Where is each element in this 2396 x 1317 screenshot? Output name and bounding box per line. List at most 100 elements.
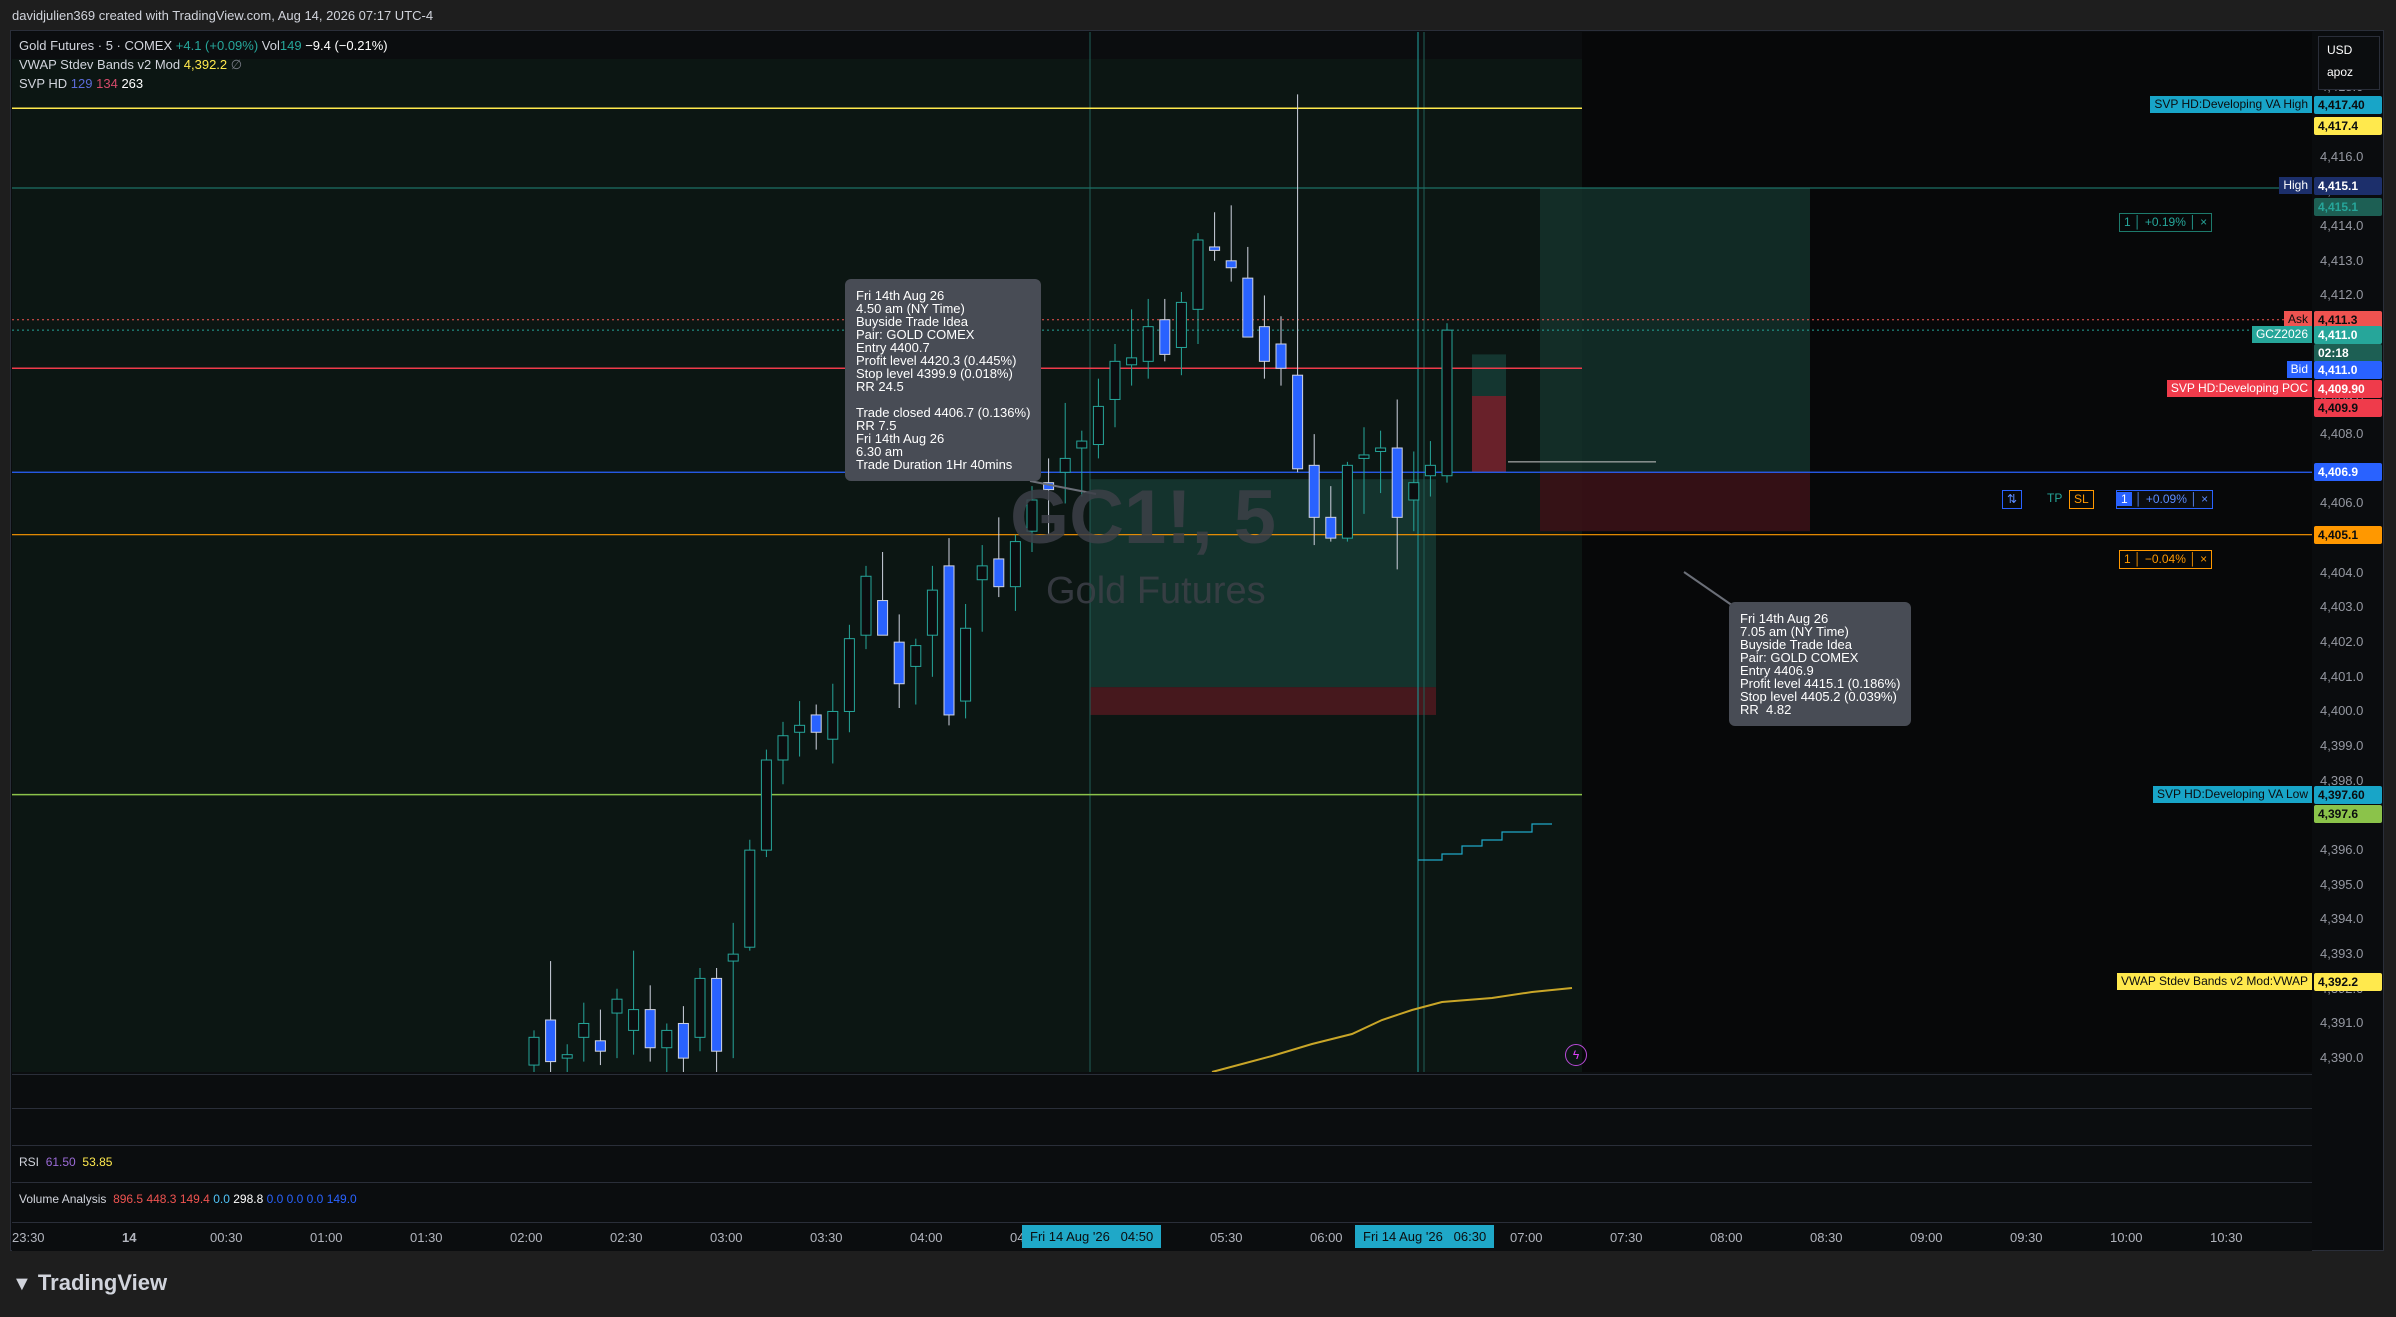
price-tick: 4,408.0 bbox=[2320, 426, 2364, 442]
position-close-icon[interactable]: × bbox=[2201, 492, 2208, 506]
time-tick: 14 bbox=[122, 1230, 137, 1245]
bar-countdown: 02:18 bbox=[2314, 343, 2382, 362]
high-price: 4,415.1 bbox=[2314, 177, 2382, 196]
candle-body bbox=[1375, 447, 1387, 452]
svp-legend-v3: 263 bbox=[121, 76, 144, 91]
pane-divider bbox=[12, 1182, 2312, 1183]
candle-body bbox=[893, 641, 905, 685]
symbol-tag: GCZ2026 bbox=[2251, 326, 2312, 344]
price-tick: 4,399.0 bbox=[2320, 738, 2364, 754]
trade2-stop-zone bbox=[1540, 472, 1810, 532]
va-low-price: 4,397.60 bbox=[2314, 785, 2382, 804]
time-tick: 06:00 bbox=[1310, 1230, 1343, 1245]
va-value-5: 298.8 bbox=[233, 1192, 264, 1206]
position-flip-button[interactable]: ⇅ bbox=[2002, 490, 2023, 509]
ask-tag: Ask bbox=[2283, 310, 2312, 328]
va-value-6: 0.0 bbox=[266, 1192, 284, 1206]
price-axis[interactable]: 4,418.04,417.04,416.04,415.04,414.04,413… bbox=[2312, 32, 2382, 1072]
candle-body bbox=[561, 1054, 573, 1059]
candle-body bbox=[760, 759, 772, 851]
candle-body bbox=[744, 849, 756, 948]
time-tick: 02:30 bbox=[610, 1230, 643, 1245]
candle-body bbox=[1424, 464, 1436, 477]
price-tick: 4,391.0 bbox=[2320, 1015, 2364, 1031]
va-high-level-price: 4,417.4 bbox=[2314, 116, 2382, 135]
va-value-1: 896.5 bbox=[113, 1192, 144, 1206]
va-low-level-price: 4,397.6 bbox=[2314, 804, 2382, 823]
candle-body bbox=[727, 953, 739, 962]
tradingview-logo[interactable]: ▼ TradingView bbox=[12, 1270, 167, 1296]
sl-order-tag[interactable]: 1 │ −0.04% │ × bbox=[2119, 550, 2213, 569]
candle-body bbox=[628, 1009, 640, 1031]
svp-legend-v2: 134 bbox=[96, 76, 118, 91]
rsi-ma-value: 53.85 bbox=[82, 1155, 113, 1169]
position-pct: +0.09% bbox=[2145, 492, 2187, 506]
sl-close-icon[interactable]: × bbox=[2200, 552, 2207, 566]
svp-legend[interactable]: SVP HD 129 134 263 bbox=[19, 76, 143, 91]
poc-price: 4,409.90 bbox=[2314, 380, 2382, 399]
time-tick: 07:00 bbox=[1510, 1230, 1543, 1245]
poc-level-price: 4,409.9 bbox=[2314, 399, 2382, 418]
indicator-panes: RSI 61.50 53.85 Volume Analysis 896.5 44… bbox=[12, 1072, 2312, 1224]
vwap-legend-name: VWAP Stdev Bands v2 Mod bbox=[19, 57, 181, 72]
crosshair-time-label: Fri 14 Aug '26 06:30 bbox=[1355, 1225, 1495, 1248]
candle-body bbox=[1159, 319, 1171, 355]
candle-body bbox=[1258, 326, 1270, 362]
poc-tag: SVP HD:Developing POC bbox=[2166, 380, 2312, 398]
candle-body bbox=[1441, 329, 1453, 477]
va-value-9: 149.0 bbox=[326, 1192, 357, 1206]
vwap-legend[interactable]: VWAP Stdev Bands v2 Mod 4,392.2 ∅ bbox=[19, 57, 242, 73]
footer: ▼ TradingView bbox=[0, 1252, 2396, 1317]
trade1-stop-zone bbox=[1090, 687, 1436, 715]
trade-idea-note-1[interactable]: Fri 14th Aug 26 4.50 am (NY Time) Buysid… bbox=[845, 279, 1042, 481]
candle-body bbox=[1308, 464, 1320, 518]
candle-body bbox=[644, 1009, 656, 1049]
rsi-legend[interactable]: RSI 61.50 53.85 bbox=[19, 1155, 112, 1169]
symbol-legend[interactable]: Gold Futures · 5 · COMEX +4.1 (+0.09%) V… bbox=[19, 38, 388, 53]
svp-legend-name: SVP HD bbox=[19, 76, 68, 91]
candle-body bbox=[1059, 457, 1071, 473]
va-value-7: 0.0 bbox=[286, 1192, 304, 1206]
candle-body bbox=[661, 1029, 673, 1049]
time-tick: 00:30 bbox=[210, 1230, 243, 1245]
candle-body bbox=[1341, 464, 1353, 539]
price-tick: 4,413.0 bbox=[2320, 252, 2364, 268]
trade2-profit-zone bbox=[1540, 188, 1810, 473]
candle-body bbox=[1275, 343, 1287, 369]
take-profit-button[interactable]: TP bbox=[2043, 490, 2066, 507]
currency-selector[interactable]: USD apoz bbox=[2318, 36, 2380, 90]
main-chart-pane[interactable]: GC1!, 5 Gold Futures Gold Futures · 5 · … bbox=[12, 32, 2312, 1072]
stop-loss-button[interactable]: SL bbox=[2069, 490, 2094, 509]
tp-close-icon[interactable]: × bbox=[2200, 215, 2207, 229]
crosshair-time-label: Fri 14 Aug '26 04:50 bbox=[1022, 1225, 1162, 1248]
alert-lightning-icon[interactable]: ϟ bbox=[1565, 1044, 1587, 1066]
bid-tag: Bid bbox=[2286, 361, 2312, 378]
time-tick: 09:00 bbox=[1910, 1230, 1943, 1245]
high-price-2: 4,415.1 bbox=[2314, 198, 2382, 217]
top-bar: davidjulien369 created with TradingView.… bbox=[0, 0, 2396, 30]
candle-body bbox=[1076, 440, 1088, 449]
candle-body bbox=[877, 600, 889, 636]
position-tag[interactable]: 1 │ +0.09% │ × bbox=[2116, 490, 2214, 509]
va-high-tag: SVP HD:Developing VA High bbox=[2150, 95, 2312, 113]
va-low-tag: SVP HD:Developing VA Low bbox=[2153, 785, 2312, 803]
watermark-name: Gold Futures bbox=[1046, 570, 1266, 612]
candle-body bbox=[1358, 454, 1370, 459]
user-label: apoz bbox=[2327, 65, 2354, 79]
position-qty: 1 bbox=[2117, 492, 2132, 506]
price-tick: 4,414.0 bbox=[2320, 218, 2364, 234]
time-axis[interactable]: 23:30 14 00:30 01:00 01:30 02:00 02:30 03:00 03:… bbox=[12, 1222, 2312, 1251]
candle-body bbox=[1408, 482, 1420, 501]
symbol-name: Gold Futures · 5 · COMEX bbox=[19, 38, 173, 53]
volume-analysis-legend[interactable]: Volume Analysis 896.5 448.3 149.4 0.0 29… bbox=[19, 1192, 357, 1206]
time-tick: 01:30 bbox=[410, 1230, 443, 1245]
tp-order-tag[interactable]: 1 │ +0.19% │ × bbox=[2119, 213, 2213, 232]
candle-body bbox=[1242, 277, 1254, 338]
trade-idea-note-2[interactable]: Fri 14th Aug 26 7.05 am (NY Time) Buysid… bbox=[1729, 602, 1912, 726]
va-value-4: 0.0 bbox=[213, 1192, 230, 1206]
candle-body bbox=[810, 714, 822, 733]
candle-body bbox=[827, 710, 839, 740]
candle-body bbox=[1126, 357, 1138, 366]
price-tick: 4,403.0 bbox=[2320, 599, 2364, 615]
candle-body bbox=[993, 558, 1005, 588]
